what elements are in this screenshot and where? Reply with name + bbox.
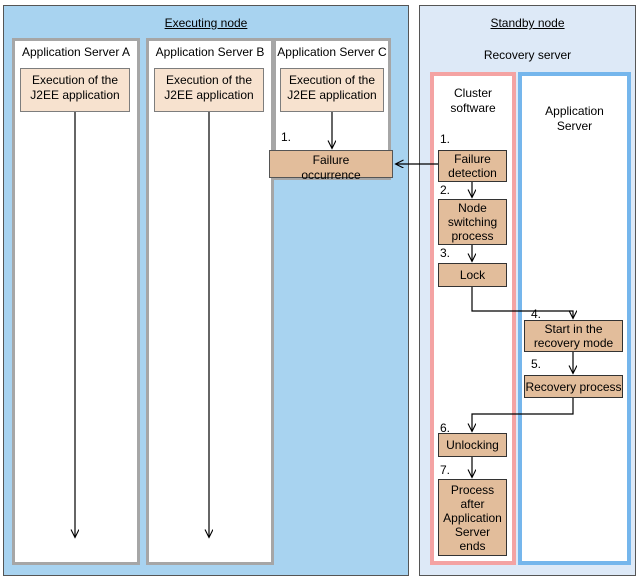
application-server-b-box: Application Server B: [146, 38, 274, 565]
failure-occurrence-box: Failure occurrence: [269, 150, 393, 182]
step-number-3: 3.: [440, 246, 451, 260]
node-switching-line1: Node: [458, 201, 487, 215]
process-after-line2: after: [460, 496, 485, 511]
node-switching-line2: switching: [447, 215, 498, 229]
lock-label: Lock: [459, 268, 486, 282]
execution-box-a-line1: Execution of the: [31, 73, 119, 87]
executing-node-title: Executing node: [164, 16, 248, 30]
failure-detection-box: Failure detection: [438, 150, 507, 182]
recovery-process-label: Recovery process: [525, 379, 622, 394]
recovery-server-subtitle: Recovery server: [483, 48, 572, 62]
process-after-line4: Server: [454, 524, 491, 539]
process-after-line1: Process: [450, 482, 495, 497]
cluster-software-title-line1: Cluster: [453, 86, 492, 100]
execution-box-c: Execution of the J2EE application: [280, 68, 384, 112]
step-number-7: 7.: [440, 463, 451, 477]
lock-box: Lock: [438, 263, 507, 287]
unlocking-label: Unlocking: [446, 438, 499, 452]
execution-box-b: Execution of the J2EE application: [154, 68, 264, 112]
failure-occurrence-line2: occurrence: [301, 168, 361, 182]
execution-box-a-line2: J2EE application: [30, 88, 120, 102]
failover-sequence-diagram: Executing node Application Server A Exec…: [0, 0, 639, 581]
step-number-5: 5.: [531, 357, 542, 371]
application-server-a-label: Application Server A: [21, 45, 131, 59]
start-recovery-line2: recovery mode: [533, 336, 614, 350]
step-number-4: 4.: [531, 307, 542, 321]
execution-box-b-line2: J2EE application: [164, 88, 254, 102]
start-recovery-mode-box: Start in the recovery mode: [524, 320, 623, 352]
recovery-process-box: Recovery process: [524, 375, 623, 398]
execution-box-b-line1: Execution of the: [165, 73, 253, 87]
execution-box-c-line2: J2EE application: [287, 88, 377, 102]
process-after-line3: Application: [443, 510, 502, 525]
application-server-c-label: Application Server C: [277, 45, 387, 59]
failure-detection-line2: detection: [448, 166, 497, 180]
step-number-2: 2.: [440, 183, 451, 197]
step-number-1-executing: 1.: [281, 130, 292, 144]
application-server-a-box: Application Server A: [12, 38, 140, 565]
step-number-1: 1.: [440, 132, 451, 146]
node-switching-line3: process: [451, 229, 494, 243]
failure-occurrence-line1: Failure: [312, 153, 350, 167]
application-server-b-label: Application Server B: [155, 45, 265, 59]
start-recovery-line1: Start in the: [544, 322, 603, 336]
execution-box-c-line1: Execution of the: [288, 73, 376, 87]
process-after-appserver-ends-box: Process after Application Server ends: [438, 479, 507, 556]
standby-node-title: Standby node: [490, 16, 565, 30]
unlocking-box: Unlocking: [438, 433, 507, 457]
process-after-line5: ends: [459, 538, 486, 553]
cluster-software-title-line2: software: [450, 101, 496, 115]
standby-appserver-title-line1: Application: [545, 104, 604, 118]
failure-detection-line1: Failure: [454, 152, 491, 166]
standby-appserver-title-line2: Server: [556, 119, 593, 133]
execution-box-a: Execution of the J2EE application: [20, 68, 130, 112]
node-switching-process-box: Node switching process: [438, 199, 507, 245]
